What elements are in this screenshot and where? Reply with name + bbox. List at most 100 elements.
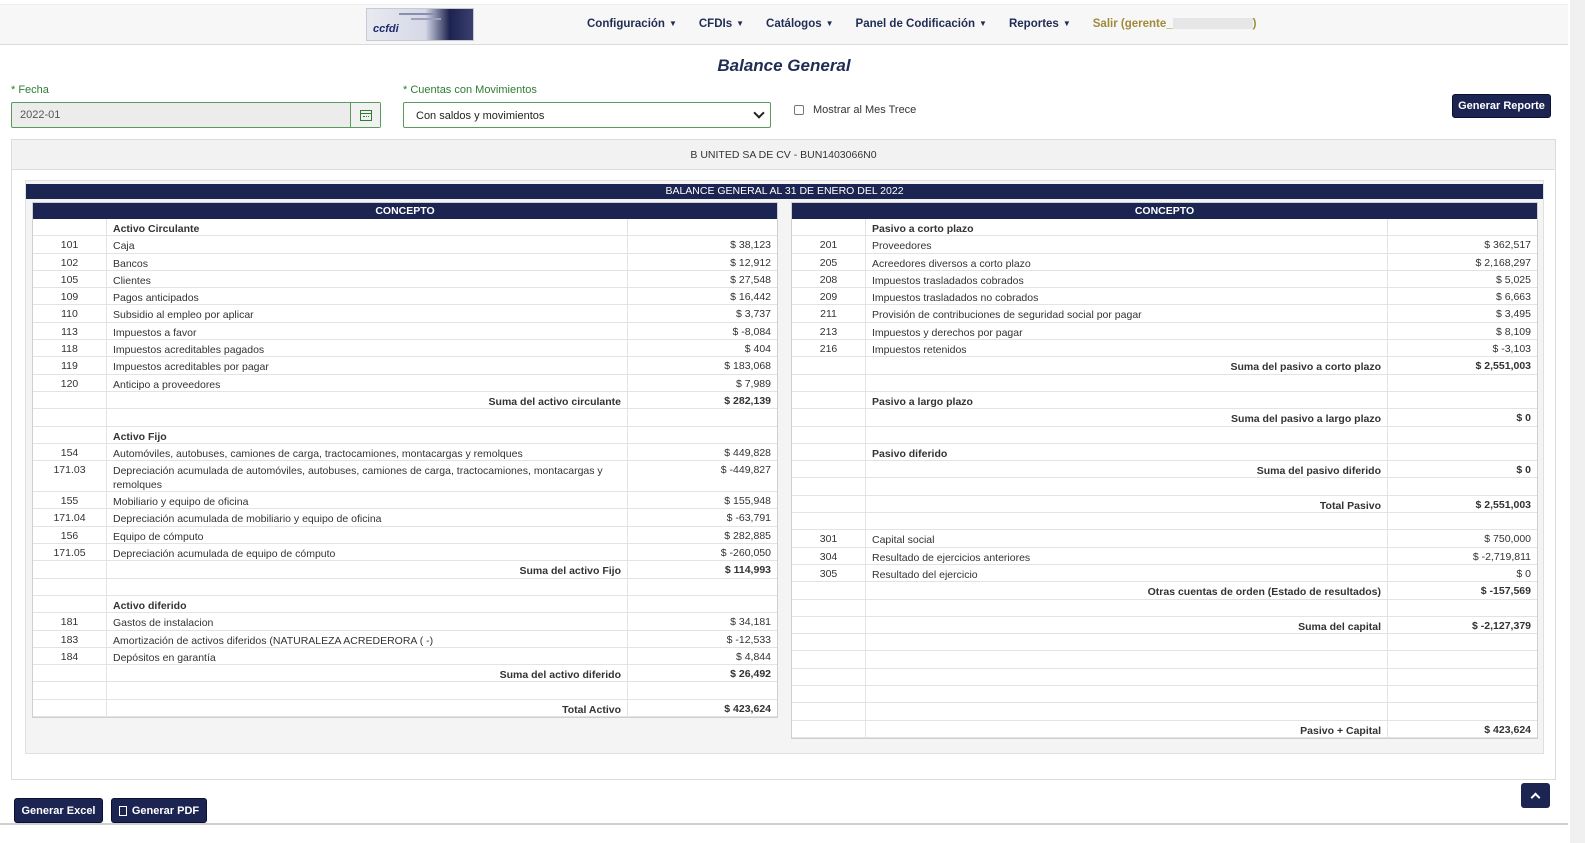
- menu-label: Reportes: [1008, 18, 1059, 30]
- table-row: Pasivo diferido: [792, 443, 1537, 462]
- account-code: [792, 461, 866, 478]
- logo-line: [399, 13, 435, 15]
- account-amount: $ 2,551,003: [1475, 360, 1531, 373]
- account-code: 184: [33, 647, 107, 665]
- company-name: B UNITED SA DE CV - BUN1403066N0: [12, 140, 1555, 170]
- account-amount: $ -12,533: [726, 633, 771, 646]
- menu-panel-codificacion[interactable]: Panel de Codificación ▼: [856, 18, 987, 30]
- account-code: 109: [33, 288, 107, 305]
- mes-trece-checkbox[interactable]: [794, 105, 804, 115]
- account-name: Depreciación acumulada de automóviles, a…: [107, 461, 628, 492]
- table-row: [792, 668, 1537, 687]
- account-amount: $ 423,624: [724, 702, 771, 715]
- generar-excel-button[interactable]: Generar Excel: [14, 798, 103, 823]
- account-code: [792, 391, 866, 409]
- account-code: 183: [33, 630, 107, 647]
- generar-reporte-button[interactable]: Generar Reporte: [1452, 94, 1551, 118]
- account-code: [792, 651, 866, 668]
- account-amount: $ -260,050: [720, 547, 771, 560]
- account-amount: $ 7,989: [735, 377, 771, 390]
- account-amount: $ 8,109: [1495, 325, 1531, 338]
- account-code: 156: [33, 526, 107, 544]
- account-name: Suma del capital: [866, 616, 1388, 634]
- table-row: 183 Amortización de activos diferidos (NA…: [33, 630, 777, 648]
- account-amount: [1388, 703, 1537, 719]
- table-row: Suma del activo Fijo $ 114,993: [33, 561, 777, 579]
- fecha-input[interactable]: 2022-01: [20, 109, 60, 121]
- assets-table: CONCEPTO Activo Circulante 101 Caja $ 38,12…: [32, 202, 778, 719]
- account-code: 120: [33, 374, 107, 391]
- account-code: [33, 595, 107, 613]
- account-code: 171.03: [33, 461, 107, 492]
- table-row: Suma del activo circulante $ 282,139: [33, 391, 777, 410]
- account-amount: $ 34,181: [730, 616, 771, 629]
- table-row: Suma del activo diferido $ 26,492: [33, 665, 777, 683]
- table-row: 109 Pagos anticipados $ 16,442: [33, 288, 777, 306]
- account-code: [792, 426, 866, 443]
- account-code: 155: [33, 492, 107, 509]
- account-code: 154: [33, 443, 107, 461]
- account-amount: $ 3,495: [1495, 308, 1531, 321]
- account-amount: $ 282,139: [724, 394, 771, 407]
- calendar-icon: [359, 109, 372, 121]
- account-amount: $ 750,000: [1484, 533, 1531, 546]
- account-name: Equipo de cómputo: [107, 526, 628, 544]
- page-scrollbar[interactable]: [1570, 0, 1585, 843]
- table-row: [792, 686, 1537, 704]
- scroll-to-top-button[interactable]: [1521, 783, 1550, 808]
- fecha-field[interactable]: 2022-01: [11, 102, 381, 128]
- table-row: 120 Anticipo a proveedores $ 7,989: [33, 374, 777, 392]
- account-name: Impuestos a favor: [107, 322, 628, 340]
- logo-text: ccfdi: [373, 23, 399, 35]
- account-code: [792, 703, 866, 720]
- generar-pdf-button[interactable]: Generar PDF: [111, 798, 207, 823]
- account-code: [792, 668, 866, 686]
- table-row: Pasivo a corto plazo: [792, 219, 1537, 237]
- account-code: [792, 219, 866, 236]
- account-code: 216: [792, 340, 866, 357]
- account-code: [33, 391, 107, 409]
- account-name: [866, 668, 1388, 686]
- menu-salir[interactable]: Salir (gerente_): [1093, 18, 1257, 30]
- account-code: 110: [33, 305, 107, 322]
- table-row: [792, 651, 1537, 669]
- table-row: 113 Impuestos a favor $ -8,084: [33, 322, 777, 341]
- account-name: [107, 409, 628, 426]
- table-row: [792, 634, 1537, 652]
- table-row: 216 Impuestos retenidos $ -3,103: [792, 340, 1537, 358]
- account-code: 211: [792, 305, 866, 322]
- account-name: Amortización de activos diferidos (NATUR…: [107, 630, 628, 647]
- account-name: Pasivo a largo plazo: [866, 391, 1388, 409]
- caret-down-icon: ▼: [1062, 19, 1071, 29]
- account-name: Depósitos en garantía: [107, 647, 628, 665]
- account-name: Otras cuentas de orden (Estado de result…: [866, 582, 1388, 599]
- menu-catalogos[interactable]: Catálogos ▼: [766, 18, 834, 30]
- account-name: Depreciación acumulada de equipo de cómp…: [107, 544, 628, 561]
- account-amount: [1388, 634, 1537, 650]
- account-amount: $ 449,828: [724, 446, 771, 459]
- table-row: [33, 682, 777, 700]
- account-amount: $ 38,123: [730, 239, 771, 252]
- account-amount: [628, 596, 777, 612]
- concept-header: CONCEPTO: [792, 203, 1537, 219]
- account-code: [33, 578, 107, 595]
- caret-down-icon: ▼: [979, 19, 987, 29]
- redacted-username: [1172, 18, 1253, 30]
- menu-label: Panel de Codificación: [855, 18, 976, 30]
- account-name: Impuestos trasladados cobrados: [866, 270, 1388, 288]
- account-name: [866, 634, 1388, 651]
- menu-configuracion[interactable]: Configuración ▼: [587, 18, 677, 30]
- bottom-divider: [0, 823, 1568, 825]
- account-amount: [1388, 478, 1537, 494]
- calendar-button[interactable]: [350, 103, 380, 127]
- mes-trece-option[interactable]: Mostrar al Mes Trece: [794, 104, 916, 116]
- menu-cfdis[interactable]: CFDIs ▼: [699, 18, 744, 30]
- caret-down-icon: ▼: [736, 19, 745, 29]
- cuentas-select[interactable]: Con saldos y movimientos: [403, 102, 771, 128]
- account-code: [792, 616, 866, 634]
- account-amount: $ 114,993: [724, 564, 771, 577]
- company-logo[interactable]: ccfdi: [366, 8, 474, 41]
- table-row: [792, 703, 1537, 721]
- account-code: [33, 409, 107, 426]
- menu-reportes[interactable]: Reportes ▼: [1009, 18, 1071, 30]
